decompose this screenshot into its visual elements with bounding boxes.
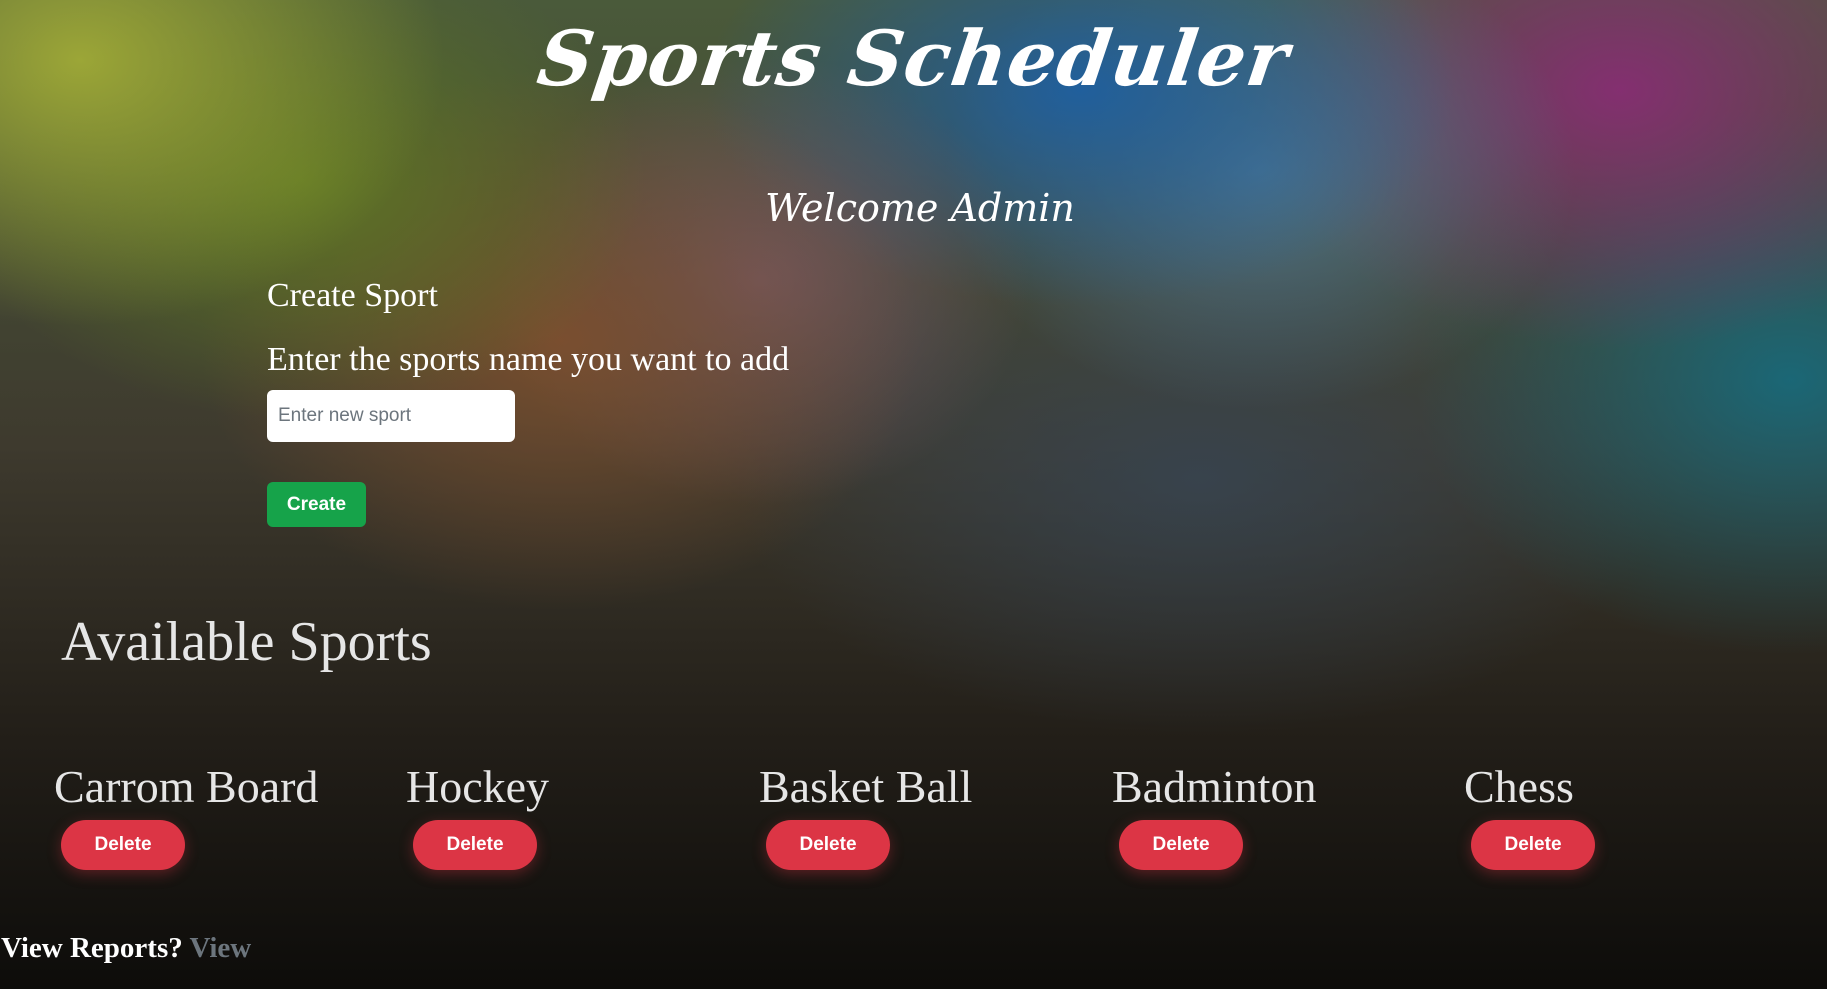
page-content: Sports Scheduler Welcome Admin Create Sp… bbox=[0, 0, 1827, 989]
sport-name: Carrom Board bbox=[54, 761, 319, 812]
sport-item-badminton: Badminton Delete bbox=[1112, 760, 1452, 870]
app-title: Sports Scheduler bbox=[532, 14, 1295, 103]
sport-item-basket-ball: Basket Ball Delete bbox=[759, 760, 1099, 870]
sport-name: Chess bbox=[1464, 761, 1574, 812]
view-reports-label: View Reports? bbox=[1, 932, 183, 964]
sport-item-hockey: Hockey Delete bbox=[406, 760, 746, 870]
sport-name: Basket Ball bbox=[759, 761, 973, 812]
delete-button[interactable]: Delete bbox=[413, 820, 537, 870]
create-sport-heading: Create Sport bbox=[267, 277, 438, 314]
create-sport-prompt: Enter the sports name you want to add bbox=[267, 341, 790, 378]
view-reports-line: View Reports? View bbox=[1, 932, 251, 965]
available-sports-heading: Available Sports bbox=[61, 611, 432, 673]
create-sport-section: Create Sport Enter the sports name you w… bbox=[267, 276, 789, 527]
sport-item-chess: Chess Delete bbox=[1464, 760, 1804, 870]
create-button[interactable]: Create bbox=[267, 482, 366, 527]
delete-button[interactable]: Delete bbox=[1119, 820, 1243, 870]
sport-name: Badminton bbox=[1112, 761, 1317, 812]
delete-button[interactable]: Delete bbox=[1471, 820, 1595, 870]
sport-name: Hockey bbox=[406, 761, 550, 812]
sports-list: Carrom Board Delete Hockey Delete Basket… bbox=[54, 760, 1814, 880]
welcome-message: Welcome Admin bbox=[765, 186, 1075, 230]
sport-item-carrom-board: Carrom Board Delete bbox=[54, 760, 394, 870]
delete-button[interactable]: Delete bbox=[61, 820, 185, 870]
view-reports-link[interactable]: View bbox=[189, 932, 251, 964]
new-sport-input[interactable] bbox=[267, 390, 515, 442]
delete-button[interactable]: Delete bbox=[766, 820, 890, 870]
